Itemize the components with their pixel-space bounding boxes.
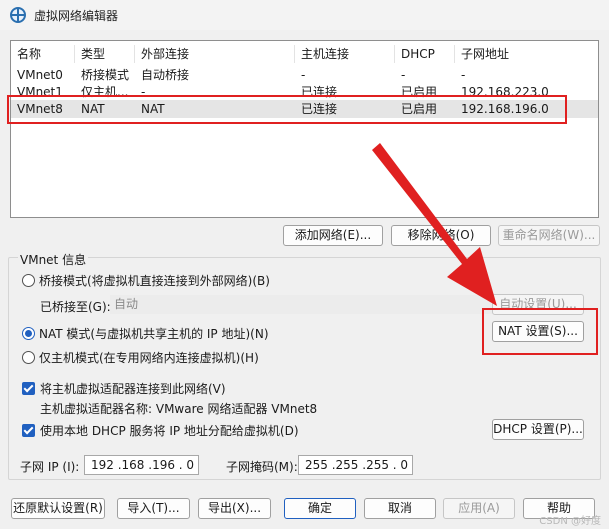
export-button[interactable]: 导出(X)... [198, 498, 271, 519]
column-header-host[interactable]: 主机连接 [295, 45, 395, 63]
bridged-to-value: 自动 [114, 297, 139, 311]
host-only-mode-radio[interactable]: 仅主机模式(在专用网络内连接虚拟机)(H) [22, 349, 259, 366]
radio-button-icon [22, 274, 35, 287]
network-table[interactable]: 名称 类型 外部连接 主机连接 DHCP 子网地址 VMnet0 桥接模式 自动… [10, 40, 599, 218]
table-cell: NAT [141, 102, 165, 116]
watermark-text: CSDN @好度 [539, 516, 601, 527]
add-network-button[interactable]: 添加网络(E)... [283, 225, 383, 246]
host-only-mode-label: 仅主机模式(在专用网络内连接虚拟机)(H) [39, 351, 259, 365]
bridge-mode-radio[interactable]: 桥接模式(将虚拟机直接连接到外部网络)(B) [22, 272, 270, 289]
table-cell: - [461, 68, 466, 82]
table-cell: 已连接 [301, 102, 338, 116]
connect-adapter-label: 将主机虚拟适配器连接到此网络(V) [40, 382, 226, 396]
vmnet-info-group [8, 257, 601, 480]
auto-settings-button[interactable]: 自动设置(U)... [492, 294, 584, 315]
table-cell: 已启用 [401, 85, 438, 99]
nat-settings-button[interactable]: NAT 设置(S)... [492, 321, 584, 342]
table-header: 名称 类型 外部连接 主机连接 DHCP 子网地址 [11, 45, 598, 63]
column-header-type[interactable]: 类型 [75, 45, 135, 63]
cancel-button[interactable]: 取消 [364, 498, 436, 519]
radio-button-icon [22, 351, 35, 364]
nat-mode-label: NAT 模式(与虚拟机共享主机的 IP 地址)(N) [39, 327, 269, 341]
window-title: 虚拟网络编辑器 [34, 8, 119, 23]
table-cell: 192.168.223.0 [461, 85, 549, 99]
bridge-mode-label: 桥接模式(将虚拟机直接连接到外部网络)(B) [39, 274, 270, 288]
table-cell: VMnet8 [17, 102, 63, 116]
table-row[interactable]: VMnet1 仅主机... - 已连接 已启用 192.168.223.0 [11, 83, 598, 101]
remove-network-button[interactable]: 移除网络(O) [391, 225, 491, 246]
column-header-name[interactable]: 名称 [11, 45, 75, 63]
network-globe-icon [10, 7, 26, 23]
title-bar: 虚拟网络编辑器 [0, 0, 609, 30]
ok-button[interactable]: 确定 [284, 498, 356, 519]
radio-selected-icon [22, 327, 35, 340]
column-header-subnet[interactable]: 子网地址 [455, 45, 600, 63]
table-cell: 已启用 [401, 102, 438, 116]
checkbox-checked-icon [22, 382, 35, 395]
table-row-selected[interactable]: VMnet8 NAT NAT 已连接 已启用 192.168.196.0 [11, 100, 598, 118]
bridged-to-label: 已桥接至(G): [40, 300, 111, 314]
checkbox-checked-icon [22, 424, 35, 437]
apply-button[interactable]: 应用(A) [443, 498, 515, 519]
nat-mode-radio[interactable]: NAT 模式(与虚拟机共享主机的 IP 地址)(N) [22, 325, 269, 342]
import-button[interactable]: 导入(T)... [117, 498, 190, 519]
use-dhcp-checkbox[interactable]: 使用本地 DHCP 服务将 IP 地址分配给虚拟机(D) [22, 422, 299, 439]
table-cell: 已连接 [301, 85, 338, 99]
restore-defaults-button[interactable]: 还原默认设置(R) [11, 498, 105, 519]
dhcp-settings-button[interactable]: DHCP 设置(P)... [492, 419, 584, 440]
table-cell: - [301, 68, 306, 82]
use-dhcp-label: 使用本地 DHCP 服务将 IP 地址分配给虚拟机(D) [40, 424, 299, 438]
rename-network-button[interactable]: 重命名网络(W)... [498, 225, 600, 246]
table-cell: 自动桥接 [141, 68, 190, 82]
table-cell: NAT [81, 102, 105, 116]
subnet-ip-label: 子网 IP (I): [20, 460, 80, 474]
subnet-mask-label: 子网掩码(M): [226, 460, 298, 474]
table-cell: 仅主机... [81, 85, 129, 99]
adapter-name-text: 主机虚拟适配器名称: VMware 网络适配器 VMnet8 [40, 402, 318, 416]
table-cell: - [141, 85, 146, 99]
subnet-ip-input[interactable] [84, 455, 199, 475]
table-cell: - [401, 68, 406, 82]
table-cell: VMnet1 [17, 85, 63, 99]
table-cell: VMnet0 [17, 68, 63, 82]
table-row[interactable]: VMnet0 桥接模式 自动桥接 - - - [11, 66, 598, 84]
connect-adapter-checkbox[interactable]: 将主机虚拟适配器连接到此网络(V) [22, 380, 226, 397]
vmnet-info-label: VMnet 信息 [18, 251, 89, 268]
column-header-external[interactable]: 外部连接 [135, 45, 295, 63]
table-cell: 桥接模式 [81, 68, 130, 82]
column-header-dhcp[interactable]: DHCP [395, 45, 455, 63]
table-cell: 192.168.196.0 [461, 102, 549, 116]
subnet-mask-input[interactable] [298, 455, 413, 475]
